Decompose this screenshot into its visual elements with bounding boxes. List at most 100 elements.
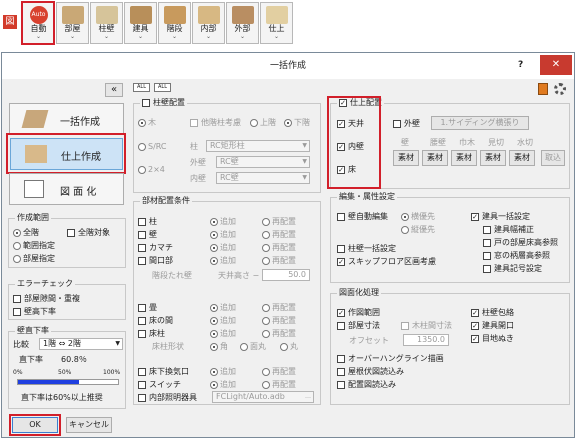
member-check-rows2-1[interactable]: 床の間 <box>138 315 173 326</box>
re-radio[interactable]: 再配置 <box>262 216 296 227</box>
help-button[interactable]: ? <box>518 60 523 70</box>
column-wall-title[interactable]: 柱壁配置 <box>140 98 187 108</box>
range-check[interactable]: ✓ 作図範囲 <box>337 307 380 318</box>
re-radio[interactable]: 再配置 <box>262 379 296 390</box>
mode-batch-button[interactable]: 一括作成 <box>9 103 124 135</box>
outer-wall-select[interactable]: RC壁 ▼ <box>216 156 310 168</box>
material-button-3[interactable]: 素材 <box>480 150 506 166</box>
tool-button-7[interactable]: 仕上 ⌄ <box>260 2 293 44</box>
skip-floor-check[interactable]: ✓ スキップフロア区画考慮 <box>337 256 436 267</box>
lower-radio[interactable]: 下階 <box>284 117 310 128</box>
range-spec-radio[interactable]: 範囲指定 <box>13 240 55 251</box>
wood-size-check[interactable]: 木柱間寸法 <box>401 320 452 331</box>
siding-button[interactable]: 1.サイディング横張り <box>431 116 529 130</box>
close-button[interactable]: ✕ <box>540 55 572 75</box>
re-radio[interactable]: 再配置 <box>262 328 296 339</box>
roof-check[interactable]: 屋根伏図読込み <box>337 366 404 377</box>
add-radio[interactable]: 追加 <box>210 315 236 326</box>
mode-drawing-button[interactable]: 図 面 化 <box>9 173 124 205</box>
eyes-check[interactable]: ✓ 目地ぬき <box>471 333 514 344</box>
all-target-check[interactable]: 全階対象 <box>67 227 110 238</box>
material-button-2[interactable]: 素材 <box>451 150 477 166</box>
lighting-select[interactable]: FCLight/Auto.adb… <box>212 391 314 403</box>
cancel-button[interactable]: キャンセル <box>66 417 112 433</box>
re-radio[interactable]: 再配置 <box>262 366 296 377</box>
two-by-four-radio[interactable]: 2×4 <box>138 164 165 175</box>
tick-0: 0% <box>13 369 23 376</box>
member-check-rows-1[interactable]: 壁 <box>138 229 157 240</box>
ceiling-height-input[interactable]: 50.0 <box>262 269 310 281</box>
add-radio[interactable]: 追加 <box>210 328 236 339</box>
batch-fitting-check[interactable]: ✓ 建具一括設定 <box>471 211 530 222</box>
add-radio[interactable]: 追加 <box>210 242 236 253</box>
door-floor-check[interactable]: 戸の部屋床高参照 <box>483 237 558 248</box>
add-label: 追加 <box>220 217 236 226</box>
fitting-open-check[interactable]: ✓ 建具開口 <box>471 320 514 331</box>
outer-wall-check[interactable]: 外壁 <box>393 118 420 129</box>
gear-icon[interactable] <box>554 83 566 95</box>
re-radio[interactable]: 再配置 <box>262 242 296 253</box>
overhang-check[interactable]: オーバーハングライン描画 <box>337 353 444 364</box>
floor-compare-select[interactable]: 1階 ⇔ 2階 ▼ <box>39 338 123 350</box>
add-radio[interactable]: 追加 <box>210 379 236 390</box>
member-check-rows-2[interactable]: カマチ <box>138 242 173 253</box>
select-all-button[interactable]: ALL <box>133 83 150 92</box>
import-button[interactable]: 取込 <box>541 150 565 166</box>
vertical-radio[interactable]: 縦優先 <box>401 224 435 235</box>
re-radio[interactable]: 再配置 <box>262 255 296 266</box>
gap-check[interactable]: 部屋隙間・重複 <box>13 293 80 304</box>
re-radio[interactable]: 再配置 <box>262 229 296 240</box>
pillar-wrap-check[interactable]: ✓ 柱壁包絡 <box>471 307 514 318</box>
room-size-check[interactable]: 部屋寸法 <box>337 320 380 331</box>
round-radio[interactable]: 丸 <box>280 341 298 352</box>
re-radio[interactable]: 再配置 <box>262 302 296 313</box>
member-check-rows2-2[interactable]: 床柱 <box>138 328 165 339</box>
tool-button-6[interactable]: 外部 ⌄ <box>226 2 259 44</box>
square-radio[interactable]: 角 <box>210 341 228 352</box>
member-check-rows-0[interactable]: 柱 <box>138 216 157 227</box>
chamfer-radio[interactable]: 面丸 <box>240 341 266 352</box>
tool-button-5[interactable]: 内部 ⌄ <box>192 2 225 44</box>
re-radio[interactable]: 再配置 <box>262 315 296 326</box>
wood-radio[interactable]: 木 <box>138 117 156 128</box>
wall-height-check[interactable]: 壁高下率 <box>13 306 56 317</box>
add-radio[interactable]: 追加 <box>210 216 236 227</box>
lighting-check[interactable]: 内部照明器具 <box>138 392 197 403</box>
compare-label: 比較 <box>13 340 29 349</box>
material-button-4[interactable]: 素材 <box>509 150 535 166</box>
add-radio[interactable]: 追加 <box>210 229 236 240</box>
member-check-rows-3[interactable]: 間口部 <box>138 255 173 266</box>
material-button-0[interactable]: 素材 <box>393 150 419 166</box>
column-wall-batch-check[interactable]: 柱壁一括設定 <box>337 243 396 254</box>
all-floors-radio[interactable]: 全階 <box>13 227 39 238</box>
src-radio[interactable]: S/RC <box>138 141 167 152</box>
layout-check[interactable]: 配置図読込み <box>337 379 396 390</box>
drawing-mode-icon[interactable]: 図 <box>3 15 17 29</box>
fitting-width-check[interactable]: 建具幅補正 <box>483 224 534 235</box>
horizontal-radio[interactable]: 横優先 <box>401 211 435 222</box>
upper-radio[interactable]: 上階 <box>250 117 276 128</box>
edit-title: 編集・属性設定 <box>337 192 397 202</box>
book-icon[interactable] <box>538 83 548 95</box>
clear-all-button[interactable]: ALL <box>154 83 171 92</box>
other-floor-check[interactable]: 他階柱考慮 <box>190 117 241 128</box>
pillar-select[interactable]: RC矩形柱 ▼ <box>206 140 310 152</box>
member-check-rows2-0[interactable]: 畳 <box>138 302 157 313</box>
inner-wall-select[interactable]: RC壁 ▼ <box>216 172 310 184</box>
auto-wall-check[interactable]: 壁自動編集 <box>337 211 388 222</box>
window-room-check[interactable]: 窓の柄層高参照 <box>483 250 550 261</box>
add-radio[interactable]: 追加 <box>210 302 236 313</box>
member-check-rows3-1[interactable]: スイッチ <box>138 379 181 390</box>
tool-button-4[interactable]: 階段 ⌄ <box>158 2 191 44</box>
add-radio[interactable]: 追加 <box>210 255 236 266</box>
room-spec-radio[interactable]: 部屋指定 <box>13 253 55 264</box>
fitting-mark-check[interactable]: 建具記号設定 <box>483 263 542 274</box>
tool-button-1[interactable]: 部屋 ⌄ <box>56 2 89 44</box>
collapse-button[interactable]: « <box>105 83 123 97</box>
tool-button-2[interactable]: 柱壁 ⌄ <box>90 2 123 44</box>
member-check-rows3-0[interactable]: 床下換気口 <box>138 366 189 377</box>
tool-button-3[interactable]: 建具 ⌄ <box>124 2 157 44</box>
material-button-1[interactable]: 素材 <box>422 150 448 166</box>
add-radio[interactable]: 追加 <box>210 366 236 377</box>
offset-input[interactable]: 1350.0 <box>403 334 449 346</box>
